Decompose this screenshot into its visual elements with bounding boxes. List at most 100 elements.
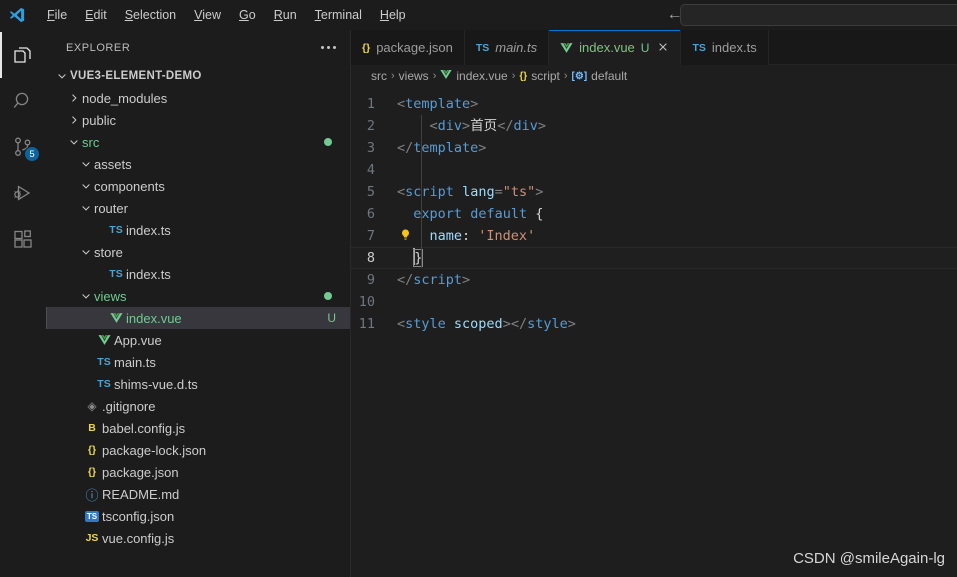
chevron-down-icon[interactable] — [78, 180, 94, 192]
tab-icon-index.vue — [560, 42, 573, 54]
git-modified-dot — [324, 292, 332, 300]
activity-item-search[interactable] — [0, 78, 46, 124]
breadcrumb-item-index.vue[interactable]: index.vue — [440, 69, 507, 83]
code-line-7[interactable]: 7 name: 'Index' — [351, 225, 957, 247]
code-line-4[interactable]: 4 — [351, 159, 957, 181]
run-debug-icon — [11, 181, 35, 205]
menu-item-terminal[interactable]: Terminal — [306, 5, 371, 25]
tree-folder-VUE3-ELEMENT-DEMO[interactable]: VUE3-ELEMENT-DEMO — [46, 65, 350, 87]
menu-item-edit[interactable]: Edit — [76, 5, 116, 25]
editor-tab-bar[interactable]: {}package.jsonTSmain.tsindex.vueUTSindex… — [351, 30, 957, 65]
file-icon-index.ts: TS — [106, 268, 126, 280]
tree-file-App.vue[interactable]: App.vue — [46, 329, 350, 351]
tree-file-shims-vue.d.ts[interactable]: TSshims-vue.d.ts — [46, 373, 350, 395]
tree-folder-components[interactable]: components — [46, 175, 350, 197]
breadcrumb-label: src — [371, 69, 387, 83]
watermark: CSDN @smileAgain-lg — [793, 550, 945, 567]
tree-file-index.ts[interactable]: TSindex.ts — [46, 263, 350, 285]
tree-item-label: public — [82, 113, 116, 128]
breadcrumb-separator: › — [433, 70, 437, 82]
file-icon-index.vue — [106, 312, 126, 324]
breadcrumb-item-views[interactable]: views — [399, 69, 429, 83]
tree-item-label: node_modules — [82, 91, 167, 106]
code-line-5[interactable]: 5<script lang="ts"> — [351, 181, 957, 203]
line-text: <script lang="ts"> — [397, 181, 543, 203]
tab-label: index.ts — [712, 40, 757, 55]
activity-item-extensions[interactable] — [0, 216, 46, 262]
menu-item-help[interactable]: Help — [371, 5, 415, 25]
code-line-3[interactable]: 3</template> — [351, 137, 957, 159]
editor-tab-package.json[interactable]: {}package.json — [351, 30, 465, 65]
chevron-right-icon[interactable] — [66, 92, 82, 104]
chevron-down-icon[interactable] — [54, 70, 70, 82]
file-icon-index.ts: TS — [106, 224, 126, 236]
indent-guide — [421, 181, 422, 203]
command-center-search[interactable]: vue — [680, 4, 957, 26]
tree-file-README.md[interactable]: ⓘREADME.md — [46, 483, 350, 505]
tree-file-index.vue[interactable]: index.vueU — [46, 307, 350, 329]
tree-file-package-lock.json[interactable]: {}package-lock.json — [46, 439, 350, 461]
editor-tab-index.vue[interactable]: index.vueU — [549, 30, 681, 65]
code-line-2[interactable]: 2 <div>首页</div> — [351, 115, 957, 137]
tree-item-label: src — [82, 135, 99, 150]
tree-folder-src[interactable]: src — [46, 131, 350, 153]
lightbulb-icon[interactable] — [399, 228, 412, 247]
close-icon[interactable] — [657, 41, 669, 55]
menu-item-file[interactable]: File — [38, 5, 76, 25]
tree-file-.gitignore[interactable]: ◈.gitignore — [46, 395, 350, 417]
file-icon-App.vue — [94, 334, 114, 346]
breadcrumb-separator: › — [564, 70, 568, 82]
code-line-11[interactable]: 11<style scoped></style> — [351, 313, 957, 335]
code-line-10[interactable]: 10 — [351, 291, 957, 313]
tree-file-index.ts[interactable]: TSindex.ts — [46, 219, 350, 241]
indent-guide — [421, 225, 422, 247]
tree-file-babel.config.js[interactable]: Bbabel.config.js — [46, 417, 350, 439]
tree-file-tsconfig.json[interactable]: TStsconfig.json — [46, 505, 350, 527]
menu-item-view[interactable]: View — [185, 5, 230, 25]
breadcrumb-item-default[interactable]: [⚙]default — [572, 69, 628, 83]
breadcrumb-item-src[interactable]: src — [371, 69, 387, 83]
file-tree[interactable]: VUE3-ELEMENT-DEMO node_modulespublic src as… — [46, 65, 350, 577]
menu-item-run[interactable]: Run — [265, 5, 306, 25]
tree-file-vue.config.js[interactable]: JSvue.config.js — [46, 527, 350, 549]
tab-label: main.ts — [495, 40, 537, 55]
activity-item-run-and-debug[interactable] — [0, 170, 46, 216]
tree-file-package.json[interactable]: {}package.json — [46, 461, 350, 483]
activity-item-explorer[interactable] — [0, 32, 46, 78]
breadcrumb-label: default — [591, 69, 627, 83]
code-line-8[interactable]: 8 } — [351, 247, 957, 269]
git-status-badge: U — [327, 311, 336, 325]
chevron-right-icon[interactable] — [66, 114, 82, 126]
breadcrumb[interactable]: src›views›index.vue›{}script›[⚙]default — [351, 65, 957, 87]
tree-folder-store[interactable]: store — [46, 241, 350, 263]
tree-folder-router[interactable]: router — [46, 197, 350, 219]
line-text: </script> — [397, 269, 470, 291]
code-line-9[interactable]: 9</script> — [351, 269, 957, 291]
tree-folder-public[interactable]: public — [46, 109, 350, 131]
breadcrumb-item-script[interactable]: {}script — [519, 69, 559, 83]
tree-file-main.ts[interactable]: TSmain.ts — [46, 351, 350, 373]
more-actions-icon[interactable] — [317, 42, 340, 53]
chevron-down-icon[interactable] — [78, 290, 94, 302]
tree-folder-views[interactable]: views — [46, 285, 350, 307]
code-content[interactable]: 1<template>2 <div>首页</div>3</template>45… — [351, 87, 957, 335]
chevron-down-icon[interactable] — [78, 202, 94, 214]
editor-viewport[interactable]: 1<template>2 <div>首页</div>3</template>45… — [351, 87, 957, 577]
tree-folder-assets[interactable]: assets — [46, 153, 350, 175]
menu-bar[interactable]: File Edit Selection View Go Run Terminal… — [38, 5, 415, 25]
indent-guide — [421, 115, 422, 137]
code-line-6[interactable]: 6 export default { — [351, 203, 957, 225]
line-text: <template> — [397, 93, 478, 115]
file-icon-babel.config.js: B — [82, 422, 102, 434]
chevron-down-icon[interactable] — [78, 158, 94, 170]
menu-item-go[interactable]: Go — [230, 5, 265, 25]
menu-item-selection[interactable]: Selection — [116, 5, 185, 25]
editor-tab-main.ts[interactable]: TSmain.ts — [465, 30, 549, 65]
editor-tab-index.ts[interactable]: TSindex.ts — [681, 30, 768, 65]
code-line-1[interactable]: 1<template> — [351, 93, 957, 115]
chevron-down-icon[interactable] — [66, 136, 82, 148]
activity-item-source-control[interactable]: 5 — [0, 124, 46, 170]
breadcrumb-icon-index.vue — [440, 69, 452, 83]
tree-folder-node_modules[interactable]: node_modules — [46, 87, 350, 109]
chevron-down-icon[interactable] — [78, 246, 94, 258]
